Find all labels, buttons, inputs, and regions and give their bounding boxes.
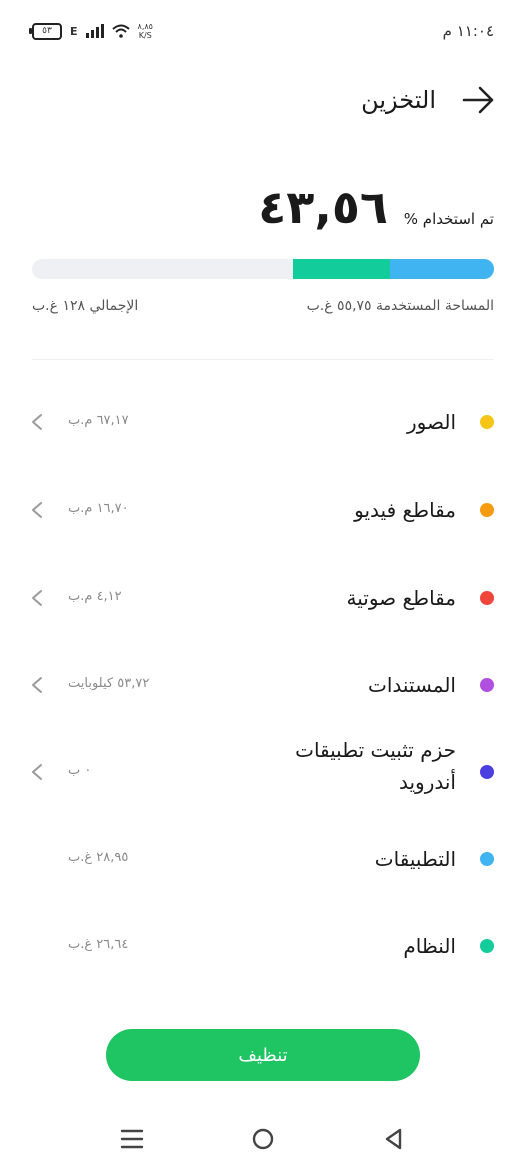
chevron-left-icon[interactable] <box>30 413 44 431</box>
status-indicators: ٥٣ E ٨,٨٥ K/S <box>29 22 153 40</box>
speed-value: ٨,٨٥ <box>137 22 153 31</box>
category-size: ٥٣,٧٢ كيلوبايت <box>68 676 150 691</box>
back-arrow-icon[interactable] <box>460 84 496 116</box>
category-name: الصور <box>407 410 456 434</box>
total-space-label: الإجمالي ١٢٨ غ.ب <box>32 298 139 314</box>
usage-percent: ٤٣,٥٦ <box>258 180 388 234</box>
category-color-dot <box>480 591 494 605</box>
usage-segment-system <box>293 259 390 279</box>
menu-icon[interactable] <box>119 1126 145 1152</box>
page-title: التخزين <box>361 86 436 114</box>
home-icon[interactable] <box>250 1126 276 1152</box>
category-color-dot <box>480 765 494 779</box>
category-color-dot <box>480 939 494 953</box>
category-name: التطبيقات <box>374 847 456 871</box>
network-speed: ٨,٨٥ K/S <box>138 22 153 40</box>
speed-unit: K/S <box>138 31 152 40</box>
category-name: المستندات <box>367 673 456 697</box>
category-size: ١٦,٧٠ م.ب <box>68 501 129 516</box>
network-type: E <box>70 24 78 38</box>
category-row[interactable]: الصور ٦٧,١٧ م.ب <box>0 382 526 462</box>
category-color-dot <box>480 415 494 429</box>
battery-level: ٥٣ <box>42 26 52 36</box>
category-color-dot <box>480 852 494 866</box>
chevron-left-icon[interactable] <box>30 676 44 694</box>
category-size: ٢٨,٩٥ غ.ب <box>68 850 129 865</box>
chevron-left-icon[interactable] <box>30 589 44 607</box>
category-name: النظام <box>403 934 456 958</box>
clean-button[interactable]: تنظيف <box>106 1029 420 1081</box>
signal-icon <box>85 24 104 38</box>
chevron-left-icon[interactable] <box>30 501 44 519</box>
category-name: مقاطع صوتية <box>346 586 456 610</box>
category-row[interactable]: مقاطع صوتية ٤,١٢ م.ب <box>0 558 526 638</box>
category-color-dot <box>480 678 494 692</box>
divider <box>32 359 494 360</box>
usage-segment-apps <box>389 259 494 279</box>
category-color-dot <box>480 503 494 517</box>
battery-icon: ٥٣ <box>29 22 62 40</box>
category-name: مقاطع فيديو <box>354 498 456 522</box>
category-size: ٤,١٢ م.ب <box>68 589 122 604</box>
category-row[interactable]: مقاطع فيديو ١٦,٧٠ م.ب <box>0 470 526 550</box>
usage-label: تم استخدام % <box>403 210 494 228</box>
category-size: ٦٧,١٧ م.ب <box>68 413 129 428</box>
category-size: ٢٦,٦٤ غ.ب <box>68 937 129 952</box>
wifi-icon <box>111 24 130 38</box>
category-row[interactable]: حزم تثبيت تطبيقات أندرويد ٠ ب <box>0 732 526 812</box>
back-triangle-icon[interactable] <box>381 1126 407 1152</box>
category-row: النظام ٢٦,٦٤ غ.ب <box>0 906 526 986</box>
used-space-label: المساحة المستخدمة ٥٥,٧٥ غ.ب <box>306 298 494 314</box>
storage-usage-bar <box>32 259 494 279</box>
category-name: حزم تثبيت تطبيقات أندرويد <box>295 738 456 794</box>
category-size: ٠ ب <box>68 763 92 778</box>
category-row: التطبيقات ٢٨,٩٥ غ.ب <box>0 819 526 899</box>
chevron-left-icon[interactable] <box>30 763 44 781</box>
status-time: ١١:٠٤ م <box>442 22 494 40</box>
category-row[interactable]: المستندات ٥٣,٧٢ كيلوبايت <box>0 645 526 725</box>
